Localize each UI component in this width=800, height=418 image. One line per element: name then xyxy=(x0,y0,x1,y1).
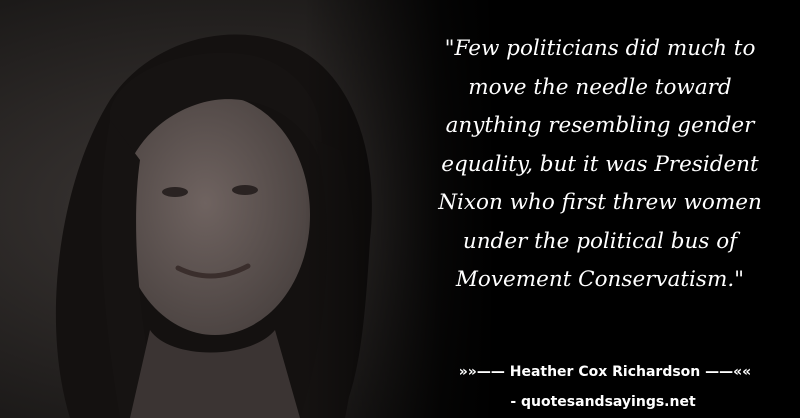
quote-line: "Few politicians did much to xyxy=(444,36,756,61)
quote-line: under the political bus of xyxy=(462,228,738,254)
quote-line: move the needle toward xyxy=(468,74,732,100)
source-website: - quotesandsayings.net xyxy=(510,394,696,410)
quote-author: »»—— Heather Cox Richardson ——«« xyxy=(458,364,752,380)
quote-line: anything resembling gender xyxy=(445,113,755,138)
quote-line: Nixon who first threw women xyxy=(438,190,762,215)
quote-line: equality, but it was President xyxy=(441,151,759,177)
quote-line: Movement Conservatism." xyxy=(455,267,745,292)
quote-text: "Few politicians did much to move the ne… xyxy=(420,30,780,300)
